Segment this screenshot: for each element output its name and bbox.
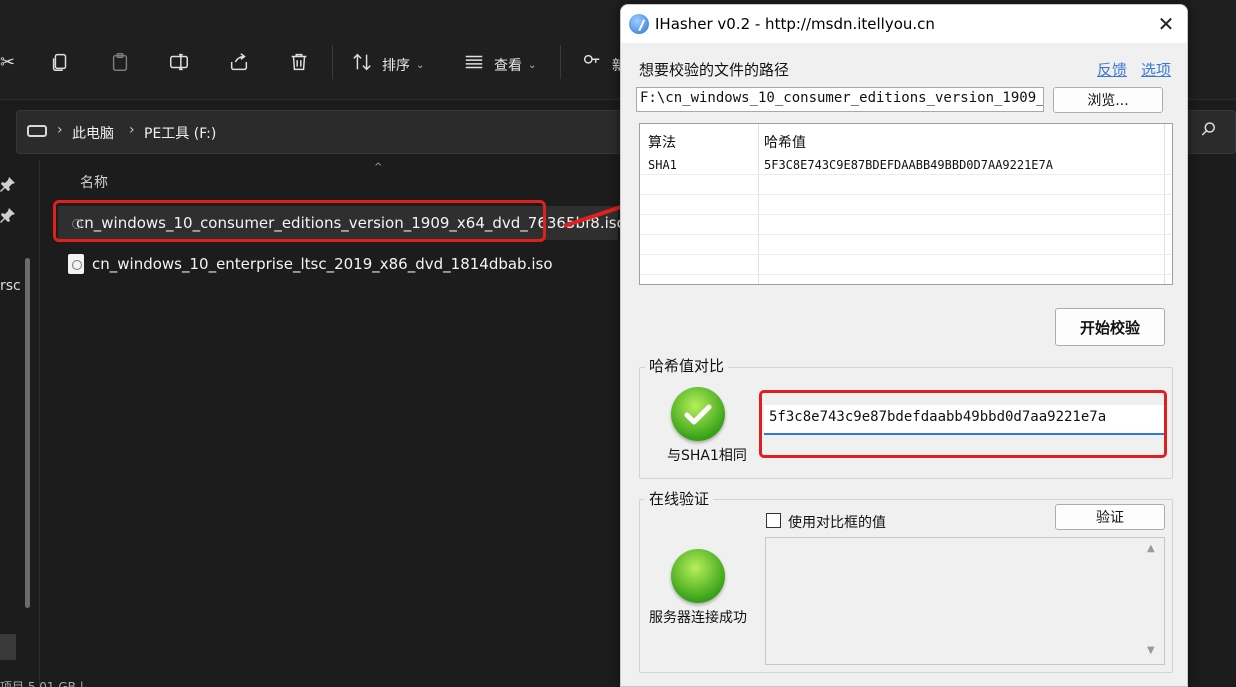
scroll-down-icon[interactable]: ▼ (1147, 645, 1155, 656)
column-header-name[interactable]: 名称 (80, 172, 108, 192)
use-compare-checkbox[interactable] (766, 513, 781, 528)
dialog-titlebar[interactable]: IHasher v0.2 - http://msdn.itellyou.cn ✕ (621, 5, 1187, 43)
sort-label: 排序 (382, 58, 410, 74)
path-label: 想要校验的文件的路径 (639, 61, 790, 79)
grid-header-algorithm: 算法 (648, 135, 676, 151)
rename-icon[interactable] (167, 50, 191, 74)
check-icon (671, 387, 725, 441)
breadcrumb-chevron: › (57, 122, 63, 138)
view-label: 查看 (494, 58, 522, 74)
drive-icon (27, 125, 47, 137)
hash-result-grid[interactable]: 算法 哈希值 SHA1 5F3C8E743C9E87BDEFDAABB49BBD… (639, 123, 1173, 285)
chevron-down-icon: ⌄ (528, 59, 537, 71)
scroll-up-icon[interactable]: ▲ (1147, 543, 1155, 554)
grid-cell-algorithm: SHA1 (648, 158, 677, 172)
pin-icon[interactable] (0, 176, 16, 192)
start-verify-button[interactable]: 开始校验 (1055, 308, 1165, 346)
dialog-title: IHasher v0.2 - http://msdn.itellyou.cn (655, 15, 935, 33)
feedback-link[interactable]: 反馈 (1097, 59, 1127, 80)
chevron-down-icon: ⌄ (416, 59, 425, 71)
cut-icon[interactable]: ✂ (0, 52, 15, 73)
browse-button[interactable]: 浏览... (1053, 87, 1163, 113)
grid-row-line (640, 254, 1172, 255)
highlight-box-file (53, 200, 546, 242)
pin-icon[interactable] (0, 207, 16, 223)
delete-icon[interactable] (287, 50, 311, 74)
grid-header-hash: 哈希值 (764, 135, 806, 151)
ihasher-dialog: IHasher v0.2 - http://msdn.itellyou.cn ✕… (620, 4, 1188, 687)
compare-group-title: 哈希值对比 (645, 355, 729, 376)
sort-button[interactable]: 排序 ⌄ (382, 55, 424, 75)
file-name: cn_windows_10_enterprise_ltsc_2019_x86_d… (92, 255, 553, 273)
grid-row-line (640, 174, 1172, 175)
grid-row-line (640, 194, 1172, 195)
grid-row-line (640, 274, 1172, 275)
server-status-icon (671, 549, 725, 603)
nav-scroll-thumb[interactable] (0, 634, 16, 660)
view-button[interactable]: 查看 ⌄ (494, 55, 536, 75)
more-tools-icon[interactable] (580, 50, 604, 74)
breadcrumb-this-pc[interactable]: 此电脑 (72, 123, 114, 143)
highlight-box-hash (759, 390, 1167, 458)
toolbar-separator (560, 45, 561, 79)
breadcrumb-drive[interactable]: PE工具 (F:) (144, 123, 216, 143)
nav-scrollbar[interactable] (25, 258, 30, 608)
sort-ascending-icon: ^ (374, 162, 383, 173)
options-link[interactable]: 选项 (1141, 59, 1171, 80)
nav-item-fragment[interactable]: rsc (0, 278, 21, 294)
view-icon[interactable] (462, 50, 486, 74)
online-verify-group-title: 在线验证 (645, 488, 714, 509)
share-icon[interactable] (227, 50, 251, 74)
use-compare-checkbox-label[interactable]: 使用对比框的值 (788, 512, 886, 532)
grid-row-line (640, 214, 1172, 215)
grid-divider (758, 124, 759, 284)
close-button[interactable]: ✕ (1153, 11, 1179, 37)
verify-button[interactable]: 验证 (1055, 504, 1165, 530)
compare-status: 与SHA1相同 (667, 448, 747, 464)
paste-icon[interactable] (108, 50, 132, 74)
copy-icon[interactable] (48, 50, 72, 74)
server-status: 服务器连接成功 (649, 610, 747, 626)
grid-divider (1164, 124, 1165, 284)
grid-row-line (640, 234, 1172, 235)
navigation-pane[interactable] (0, 160, 40, 687)
status-bar: 项目 5.01 GB | (0, 680, 84, 687)
file-path-input[interactable]: F:\cn_windows_10_consumer_editions_versi… (636, 87, 1044, 112)
breadcrumb-chevron: › (129, 122, 135, 138)
grid-cell-hash: 5F3C8E743C9E87BDEFDAABB49BBD0D7AA9221E7A (764, 158, 1053, 172)
sort-icon[interactable] (350, 50, 374, 74)
app-icon (629, 14, 649, 34)
toolbar-separator (332, 45, 333, 79)
iso-file-icon (68, 254, 84, 274)
file-row[interactable]: cn_windows_10_enterprise_ltsc_2019_x86_d… (58, 247, 553, 281)
online-result-textarea[interactable] (765, 537, 1165, 665)
search-icon[interactable] (1200, 120, 1222, 142)
